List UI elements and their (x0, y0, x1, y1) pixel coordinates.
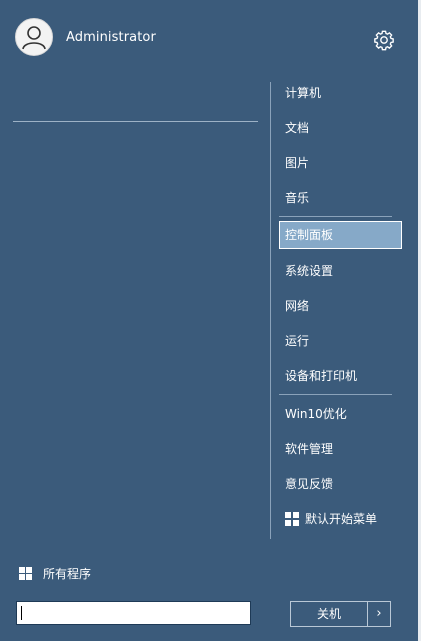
left-divider (13, 121, 258, 122)
gear-icon[interactable] (373, 29, 395, 51)
menu-item-system-settings[interactable]: 系统设置 (279, 257, 402, 285)
shutdown-button[interactable]: 关机 (290, 601, 368, 627)
column-divider (270, 82, 271, 539)
all-programs-button[interactable]: 所有程序 (19, 563, 91, 583)
menu-item-documents[interactable]: 文档 (279, 114, 402, 142)
menu-item-music[interactable]: 音乐 (279, 184, 402, 212)
user-account[interactable]: Administrator (15, 18, 156, 56)
menu-item-software-manager[interactable]: 软件管理 (279, 435, 402, 463)
menu-item-label: 默认开始菜单 (305, 512, 378, 526)
menu-item-computer[interactable]: 计算机 (279, 79, 402, 107)
menu-item-default-start-menu[interactable]: 默认开始菜单 (279, 505, 402, 533)
user-name[interactable]: Administrator (66, 30, 156, 45)
grid-icon (19, 566, 32, 580)
text-caret (21, 606, 22, 620)
menu-divider (279, 216, 392, 217)
all-programs-label: 所有程序 (43, 566, 92, 581)
menu-item-feedback[interactable]: 意见反馈 (279, 470, 402, 498)
menu-divider (279, 394, 392, 395)
menu-item-devices-printers[interactable]: 设备和打印机 (279, 362, 402, 390)
shutdown-options-button[interactable]: › (368, 601, 391, 627)
windows-logo-icon (285, 512, 299, 526)
search-input[interactable] (16, 601, 251, 625)
menu-item-control-panel[interactable]: 控制面板 (279, 221, 402, 249)
menu-item-run[interactable]: 运行 (279, 327, 402, 355)
menu-item-pictures[interactable]: 图片 (279, 149, 402, 177)
start-menu: Administrator 计算机 文档 图片 音乐 控制面板 系统设置 网络 … (0, 0, 418, 641)
menu-item-win10-optimize[interactable]: Win10优化 (279, 400, 402, 428)
menu-item-network[interactable]: 网络 (279, 292, 402, 320)
user-avatar-icon[interactable] (15, 18, 53, 56)
